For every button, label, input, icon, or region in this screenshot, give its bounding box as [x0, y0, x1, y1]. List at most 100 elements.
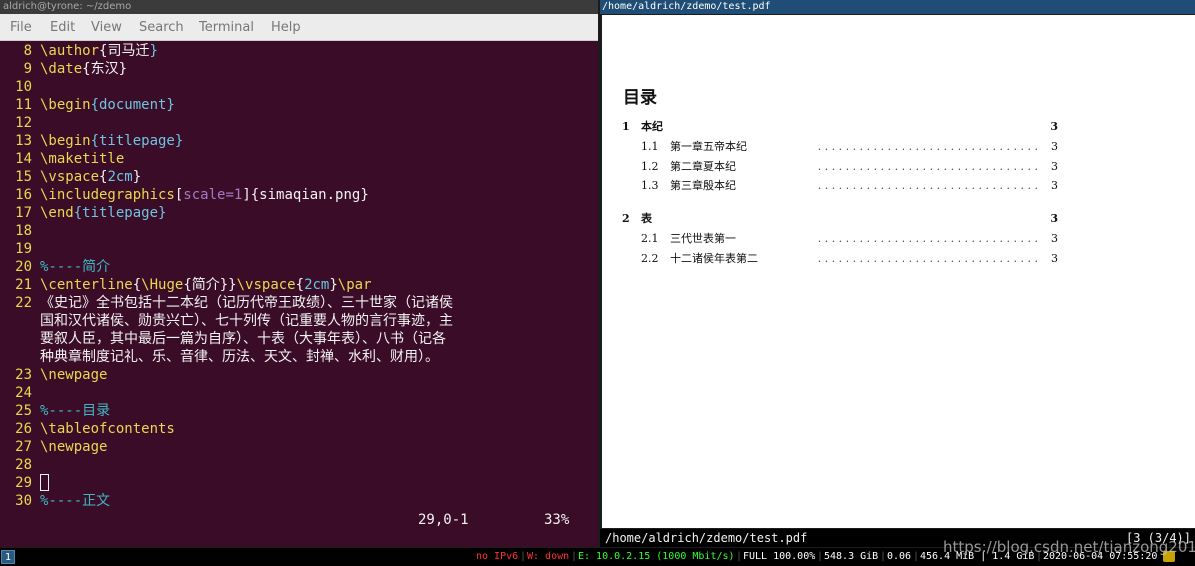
line-number: 24: [15, 385, 32, 401]
editor-line[interactable]: 28: [0, 456, 598, 474]
toc-section[interactable]: 2表 3: [622, 212, 1058, 226]
editor-line[interactable]: 24: [0, 384, 598, 402]
line-number: 21: [15, 277, 32, 293]
line-code: [40, 474, 49, 492]
editor-line[interactable]: 21 \centerline{\Huge{简介}}\vspace{2cm}\par: [0, 276, 598, 294]
line-code: 国和汉代诸侯、勋贵兴亡）、七十列传（记重要人物的言行事迹，主: [40, 312, 453, 330]
toc-subsection[interactable]: 1.1 . . . . . . . . . . . . . . . . . . …: [641, 140, 1058, 154]
code-token: \begin: [40, 97, 91, 113]
toc-subsection[interactable]: 1.3 . . . . . . . . . . . . . . . . . . …: [641, 179, 1058, 193]
editor-line[interactable]: 13 \begin{titlepage}: [0, 132, 598, 150]
code-token: \par: [337, 277, 372, 293]
line-number: 28: [15, 457, 32, 473]
line-code: \vspace{2cm}: [40, 168, 141, 186]
toc-section[interactable]: 1 本纪 3: [622, 120, 1058, 134]
editor-line[interactable]: 25 %----目录: [0, 402, 598, 420]
line-code: 要叙人臣，其中最后一篇为自序）、十表（大事年表）、八书（记各: [40, 330, 446, 348]
editor-line[interactable]: 22 《史记》全书包括十二本纪（记历代帝王政绩）、三十世家（记诸侯: [0, 294, 598, 312]
editor-line[interactable]: 30 %----正文: [0, 492, 598, 510]
code-token: 司马迁: [107, 43, 150, 59]
editor-line[interactable]: 国和汉代诸侯、勋贵兴亡）、七十列传（记重要人物的言行事迹，主: [0, 312, 598, 330]
workspace-button[interactable]: 1: [1, 550, 15, 564]
pdf-page[interactable]: 目录 1 本纪 3 1.1 . . . . . . . . . . . . . . .…: [602, 15, 1195, 528]
code-token: 种典章制度记礼、乐、音律、历法、天文、封禅、水利、财用）。: [40, 349, 439, 365]
menu-terminal[interactable]: Terminal: [199, 20, 254, 35]
code-token: \tableofcontents: [40, 421, 175, 437]
editor-line[interactable]: 15 \vspace{2cm}: [0, 168, 598, 186]
editor-line[interactable]: 10: [0, 78, 598, 96]
line-code: \centerline{\Huge{简介}}\vspace{2cm}\par: [40, 276, 372, 294]
line-number: 20: [15, 259, 32, 275]
line-code: 种典章制度记礼、乐、音律、历法、天文、封禅、水利、财用）。: [40, 348, 439, 366]
toc-subsection-title: 十二诸侯年表第二: [670, 251, 762, 266]
line-number: 12: [15, 115, 32, 131]
editor-line[interactable]: 9 \date{东汉}: [0, 60, 598, 78]
menu-edit[interactable]: Edit: [50, 20, 75, 35]
toc-subsection-number: 1.1: [641, 140, 659, 153]
editor-line[interactable]: 23 \newpage: [0, 366, 598, 384]
menu-help[interactable]: Help: [271, 20, 301, 35]
toc-subsection-number: 2.1: [641, 232, 659, 245]
line-code: \end{titlepage}: [40, 204, 166, 222]
code-token: \author: [40, 43, 100, 59]
toc-subsection-page: 3: [1045, 159, 1058, 174]
line-number: 16: [15, 187, 32, 203]
pdf-window-title: /home/aldrich/zdemo/test.pdf: [600, 0, 1195, 14]
code-token: %----目录: [40, 403, 111, 419]
line-code: 《史记》全书包括十二本纪（记历代帝王政绩）、三十世家（记诸侯: [40, 294, 453, 312]
toc-subsection[interactable]: 2.2 . . . . . . . . . . . . . . . . . . …: [641, 251, 1058, 266]
line-number: 8: [23, 43, 32, 59]
editor-line[interactable]: 18: [0, 222, 598, 240]
editor-line[interactable]: 29: [0, 474, 598, 492]
line-code: \newpage: [40, 366, 107, 384]
line-number: 19: [15, 241, 32, 257]
code-token: 《史记》全书包括十二本纪（记历代帝王政绩）、三十世家（记诸侯: [40, 295, 453, 311]
line-number: 17: [15, 205, 32, 221]
toc-subsection[interactable]: 1.2 . . . . . . . . . . . . . . . . . . …: [641, 159, 1058, 174]
editor-line[interactable]: 8 \author{司马迁}: [0, 42, 598, 60]
editor-line[interactable]: 16 \includegraphics[scale=1]{simaqian.png…: [0, 186, 598, 204]
toc-leader-dots: . . . . . . . . . . . . . . . . . . . . …: [817, 159, 1038, 173]
line-number: 30: [15, 493, 32, 509]
text-cursor: [40, 474, 49, 491]
editor-line[interactable]: 12: [0, 114, 598, 132]
terminal-title: aldrich@tyrone: ~/zdemo: [0, 0, 598, 14]
toc-title: 目录: [623, 88, 657, 108]
code-token: ]: [242, 187, 251, 203]
editor-line[interactable]: 26 \tableofcontents: [0, 420, 598, 438]
toc-subsection-page: 3: [1045, 232, 1058, 246]
code-token: \newpage: [40, 439, 108, 455]
editor-line[interactable]: 14 \maketitle: [0, 150, 598, 168]
line-number: 23: [15, 367, 32, 383]
code-token: \newpage: [40, 367, 108, 383]
menu-search[interactable]: Search: [139, 20, 184, 35]
line-code: %----正文: [40, 492, 110, 510]
editor-line[interactable]: 17 \end{titlepage}: [0, 204, 598, 222]
line-code: \author{司马迁}: [40, 42, 158, 60]
code-token: {titlepage}: [73, 205, 167, 221]
menu-view[interactable]: View: [91, 20, 122, 35]
code-token: {: [295, 277, 305, 293]
code-token: }: [329, 277, 338, 293]
toc-subsection-number: 1.3: [641, 179, 659, 192]
editor-line[interactable]: 11 \begin{document}: [0, 96, 598, 114]
wireless-status: W: down: [527, 551, 570, 562]
toc-subsection-title: 第一章五帝本纪: [670, 140, 751, 154]
editor-line[interactable]: 种典章制度记礼、乐、音律、历法、天文、封禅、水利、财用）。: [0, 348, 598, 366]
editor-line[interactable]: 27 \newpage: [0, 438, 598, 456]
line-code: \includegraphics[scale=1]{simaqian.png}: [40, 186, 369, 204]
line-number: 27: [15, 439, 32, 455]
editor-line[interactable]: 20 %----简介: [0, 258, 598, 276]
editor-line[interactable]: 要叙人臣，其中最后一篇为自序）、十表（大事年表）、八书（记各: [0, 330, 598, 348]
vim-editor[interactable]: 29,0-1 33% 8 \author{司马迁} 9 \date{东汉} 10 11 \b…: [0, 41, 598, 547]
load-status: 0.06: [887, 551, 912, 562]
toc-section-page: 3: [1050, 120, 1058, 133]
menu-file[interactable]: File: [10, 20, 32, 35]
code-token: \date: [40, 61, 83, 77]
toc-section-page: 3: [1050, 212, 1058, 225]
code-token: {东汉}: [82, 61, 128, 77]
toc-subsection[interactable]: 2.1 . . . . . . . . . . . . . . . . . . …: [641, 232, 1058, 246]
toc-leader-dots: . . . . . . . . . . . . . . . . . . . . …: [817, 232, 1038, 245]
line-number: 15: [15, 169, 32, 185]
editor-line[interactable]: 19: [0, 240, 598, 258]
